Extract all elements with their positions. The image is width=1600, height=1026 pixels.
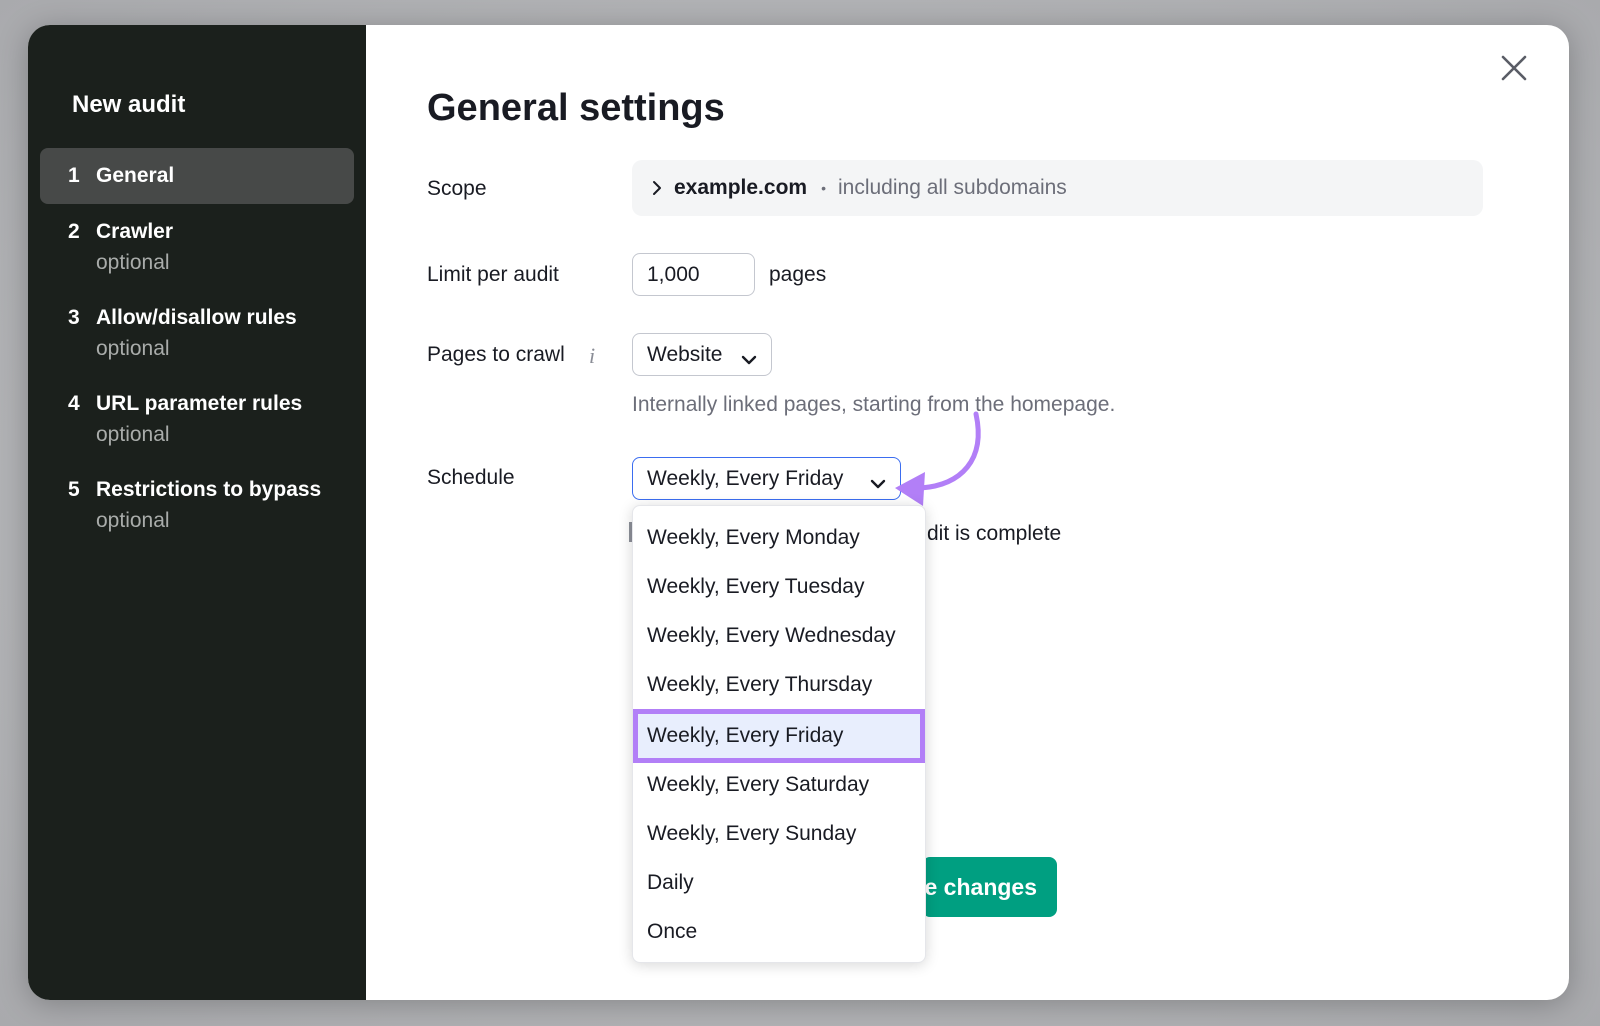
page-title: General settings [427,87,725,129]
option-weekly-wednesday[interactable]: Weekly, Every Wednesday [633,611,925,660]
close-icon[interactable] [1501,55,1527,81]
option-daily[interactable]: Daily [633,858,925,907]
step-label: General [96,164,175,187]
scope-note: including all subdomains [837,176,1067,199]
option-weekly-tuesday[interactable]: Weekly, Every Tuesday [633,562,925,611]
step-crawler[interactable]: 2 Crawler optional [40,205,354,279]
chevron-right-icon [652,180,662,196]
step-label: Allow/disallow rules [96,306,297,329]
step-label: Restrictions to bypass [96,478,322,501]
step-general[interactable]: 1 General [40,148,354,204]
step-number: 2 [68,220,80,243]
sidebar: New audit 1 General 2 Crawler optional 3… [28,25,366,1000]
pages-to-crawl-label: Pages to crawl [427,343,565,366]
limit-label: Limit per audit [427,263,559,286]
option-weekly-friday[interactable]: Weekly, Every Friday [633,709,925,763]
step-url-parameter-rules[interactable]: 4 URL parameter rules optional [40,377,354,451]
step-label: URL parameter rules [96,392,303,415]
scope-label: Scope [427,177,487,200]
option-weekly-sunday[interactable]: Weekly, Every Sunday [633,809,925,858]
pages-to-crawl-helper: Internally linked pages, starting from t… [632,393,1116,416]
option-weekly-monday[interactable]: Weekly, Every Monday [633,513,925,562]
select-value: Weekly, Every Friday [647,466,844,490]
step-label: Crawler [96,220,174,243]
select-value: Website [647,342,723,366]
step-sublabel: optional [96,509,170,532]
schedule-select[interactable]: Weekly, Every Friday [632,457,901,500]
schedule-dropdown: Weekly, Every Monday Weekly, Every Tuesd… [632,505,926,963]
new-audit-modal: New audit 1 General 2 Crawler optional 3… [28,25,1569,1000]
limit-unit: pages [769,263,827,286]
option-weekly-saturday[interactable]: Weekly, Every Saturday [633,760,925,809]
chevron-down-icon [870,472,886,496]
step-number: 3 [68,306,80,329]
option-once[interactable]: Once [633,907,925,956]
option-weekly-thursday[interactable]: Weekly, Every Thursday [633,660,925,709]
main-panel: General settings Scope example.com • inc… [366,25,1569,1000]
step-number: 1 [68,164,80,187]
step-number: 5 [68,478,80,501]
info-icon[interactable]: i [589,343,595,369]
step-sublabel: optional [96,423,170,446]
limit-input[interactable] [632,253,755,296]
sidebar-title: New audit [72,91,186,118]
chevron-down-icon [741,348,757,372]
scope-domain: example.com [674,176,808,199]
callout-arrow [895,411,981,506]
step-sublabel: optional [96,337,170,360]
notify-text-partial: dit is complete [927,522,1062,545]
step-number: 4 [68,392,80,415]
scope-box[interactable]: example.com • including all subdomains [632,160,1483,216]
step-allow-disallow-rules[interactable]: 3 Allow/disallow rules optional [40,291,354,365]
schedule-label: Schedule [427,466,515,489]
step-restrictions-to-bypass[interactable]: 5 Restrictions to bypass optional [40,463,354,537]
separator-dot: • [821,180,826,196]
pages-to-crawl-select[interactable]: Website [632,333,772,376]
step-sublabel: optional [96,251,170,274]
save-changes-button[interactable]: e changes [922,857,1057,917]
